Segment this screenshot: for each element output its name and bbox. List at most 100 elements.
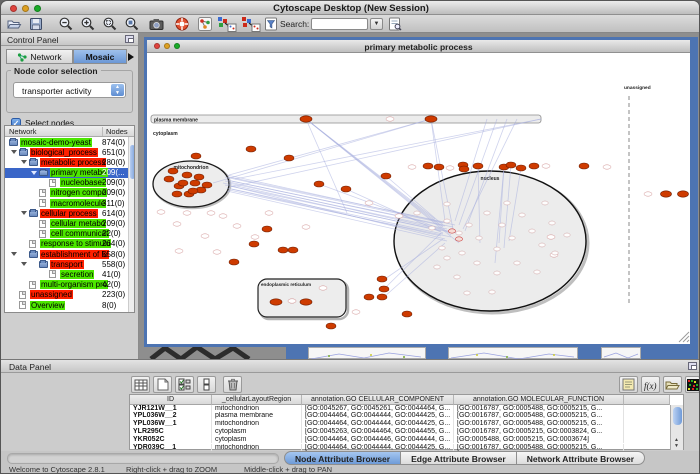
tab-network[interactable]: Network [6,49,73,64]
tree-row[interactable]: cell communicat22(0) [5,229,134,239]
tree-column-network[interactable]: Network [9,127,37,136]
zoom-fit-button[interactable] [123,16,141,32]
tree-row[interactable]: nucleobase-209(0) [5,178,134,188]
tab-network-attribute-browser[interactable]: Network Attribute Browser [517,451,645,465]
float-panel-icon[interactable] [688,362,697,370]
search-advanced-button[interactable] [386,16,404,32]
unselect-all-attributes-button[interactable] [197,376,216,393]
tree-row[interactable]: nitrogen compo209(0) [5,188,134,198]
camera-icon [148,16,165,32]
help-button[interactable] [173,16,191,32]
column-header-id[interactable]: ID [130,395,212,405]
new-attribute-button[interactable] [153,376,172,393]
dropdown-stepper-icon: ▲▼ [111,84,124,96]
group-label: Node color selection [11,66,101,76]
network-view-window[interactable]: primary metabolic process plasma membran… [144,37,698,347]
tab-mosaic[interactable]: Mosaic [73,49,127,64]
tab-overflow-arrow[interactable] [128,53,134,61]
attribute-notes-button[interactable] [619,376,638,393]
tree-row[interactable]: metabolic process280(0) [5,157,134,167]
cytoplasm-label: cytoplasm [153,131,178,137]
tree-row[interactable]: Overview8(0) [5,300,134,310]
network-canvas[interactable]: plasma membrane cytoplasm nucleus mitoch… [147,53,690,344]
network-overview-button[interactable] [196,16,214,32]
table-row[interactable]: YPL036W__2plasma membrane[GO:0044464, GO… [130,412,683,420]
select-all-attributes-button[interactable] [175,376,194,393]
tree-row-selected[interactable]: primary metabo209(... [5,168,134,178]
tree-row[interactable]: biological_process651(0) [5,147,134,157]
scroll-down-icon[interactable]: ▼ [674,443,679,449]
window-fragment-thumbnail[interactable] [601,347,641,359]
snapshot-button[interactable] [147,16,165,32]
table-row[interactable]: YJR121W__1mitochondrion[GO:0045267, GO:0… [130,405,683,413]
expand-arrow-icon[interactable] [21,160,27,164]
tree-row[interactable]: transport558(0) [5,259,134,269]
tree-row[interactable]: establishment of lo558(0) [5,249,134,259]
column-header-region[interactable]: _cellularLayoutRegion [212,395,302,405]
zoom-fit-icon [124,16,140,32]
table-row[interactable]: YKR052Ccytoplasm[GO:0044464, GO:0044446,… [130,436,683,444]
tree-column-nodes[interactable]: Nodes [102,127,128,136]
table-scrollbar-thumb[interactable] [673,407,682,425]
expand-arrow-icon[interactable] [11,252,17,256]
network-window-title-bar[interactable]: primary metabolic process [147,40,690,53]
float-panel-icon[interactable] [125,35,134,43]
expand-arrow-icon[interactable] [21,262,27,266]
tree-row[interactable]: multi-organism pro42(0) [5,280,134,290]
expand-arrow-icon[interactable] [11,150,17,154]
data-panel-header: Data Panel [1,360,700,373]
zoom-in-button[interactable] [79,16,97,32]
table-row[interactable]: YLR295Ccytoplasm[GO:0045263, GO:0044464,… [130,428,683,436]
search-dropdown-button[interactable]: ▼ [370,18,383,30]
plasma-membrane-region[interactable]: plasma membrane [151,115,541,123]
tree-row[interactable]: macromolecule311(0) [5,198,134,208]
heatmap-view-button[interactable] [685,376,700,393]
column-header-molecular-function[interactable]: annotation.GO MOLECULAR_FUNCTION [454,395,624,405]
import-attributes-button[interactable] [663,376,682,393]
open-button[interactable] [5,16,23,32]
apply-layout-blue-button[interactable] [216,16,238,32]
tree-row[interactable]: secretion41(0) [5,269,134,279]
tab-node-attribute-browser[interactable]: Node Attribute Browser [284,451,401,465]
attribute-function-button[interactable]: f(x) [641,376,660,393]
apply-layout-red-button[interactable] [240,16,262,32]
zoom-selected-button[interactable] [101,16,119,32]
zoom-out-button[interactable] [57,16,75,32]
save-button[interactable] [27,16,45,32]
table-scrollbar[interactable]: ▲ ▼ [670,405,683,451]
table-row[interactable]: YPL036W__1mitochondrion[GO:0044464, GO:0… [130,420,683,428]
zoom-selected-icon [102,16,118,32]
delete-attribute-button[interactable] [223,376,242,393]
tree-row[interactable]: unassigned223(0) [5,290,134,300]
expand-arrow-icon[interactable] [21,211,27,215]
window-fragment-border[interactable] [426,347,448,359]
filter-button[interactable] [262,16,280,32]
tree-scrollbar[interactable] [128,137,134,313]
dropdown-value: transporter activity [22,86,91,96]
window-fragment-thumbnail[interactable] [308,347,426,359]
tree-row[interactable]: cellular metabo209(0) [5,219,134,229]
window-fragment-border[interactable] [286,347,308,359]
tree-row[interactable]: mosaic-demo-yeast874(0) [5,137,134,147]
node-color-dropdown[interactable]: transporter activity ▲▼ [13,82,126,98]
expand-arrow-icon[interactable] [31,171,37,175]
app-title-bar[interactable]: Cytoscape Desktop (New Session) [1,1,700,15]
window-fragment-thumbnail[interactable] [448,347,578,359]
window-fragment-border[interactable] [641,347,698,359]
tab-edge-attribute-browser[interactable]: Edge Attribute Browser [401,451,517,465]
select-attributes-button[interactable] [131,376,150,393]
status-zoom-hint: Right-click + drag to ZOOM [126,465,217,474]
search-input[interactable] [311,18,368,30]
tree-row[interactable]: response to stimulu264(0) [5,239,134,249]
file-icon [39,189,46,197]
column-header-cellular-component[interactable]: annotation.GO CELLULAR_COMPONENT [302,395,454,405]
lifesaver-icon [174,16,190,32]
tree-row[interactable]: cellular process614(0) [5,208,134,218]
resize-grip[interactable] [679,332,689,342]
svg-text:f(x): f(x) [644,381,657,391]
tree-header[interactable]: Network Nodes [5,126,134,137]
file-icon [19,301,26,309]
window-fragment-border[interactable] [578,347,601,359]
search-label: Search: [280,19,309,29]
tree-scrollbar-thumb[interactable] [130,145,135,179]
